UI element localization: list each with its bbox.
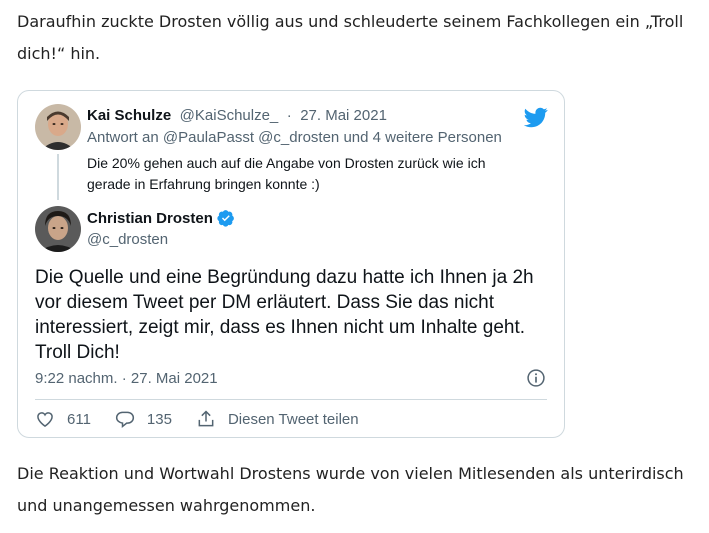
share-icon [198,410,214,427]
verified-badge-icon [217,210,234,227]
like-count: 611 [67,410,91,428]
reply-to-suffix[interactable]: und 4 weitere Personen [343,129,501,146]
tweet-divider [35,399,547,400]
reply-to-line: Antwort an @PaulaPasst @c_drosten und 4 … [87,129,502,146]
thread-connector-line [57,154,59,200]
tweet-timestamp[interactable]: 9:22 nachm. · 27. Mai 2021 [35,370,218,387]
article-paragraph-top: Daraufhin zuckte Drosten völlig aus und … [17,12,684,63]
article-paragraph-bottom: Die Reaktion und Wortwahl Drostens wurde… [17,464,684,515]
reply-to-prefix: Antwort an [87,129,159,146]
reply-count: 135 [146,410,172,428]
tweet-actions: 611 135 Diesen Tweet teilen [35,409,383,429]
like-button[interactable]: 611 [35,409,91,429]
speech-bubble-icon [115,411,135,429]
heart-icon [37,412,53,427]
main-author-name[interactable]: Christian Drosten [87,210,213,227]
main-author-handle[interactable]: @c_drosten [87,231,168,248]
parent-tweet-header: Kai Schulze @KaiSchulze_ · 27. Mai 2021 [87,107,387,125]
reply-to-mentions[interactable]: @PaulaPasst @c_drosten [163,129,339,146]
share-button[interactable]: Diesen Tweet teilen [196,409,359,429]
avatar-kai-schulze[interactable] [35,104,81,150]
reply-button[interactable]: 135 [115,409,172,429]
parent-author-name[interactable]: Kai Schulze [87,107,171,124]
twitter-bird-icon[interactable] [524,105,548,129]
parent-author-handle[interactable]: @KaiSchulze_ [180,107,279,124]
avatar-christian-drosten[interactable] [35,206,81,252]
share-label: Diesen Tweet teilen [227,410,359,428]
header-separator: · [286,107,292,124]
embedded-tweet[interactable]: Kai Schulze @KaiSchulze_ · 27. Mai 2021 … [17,90,565,438]
main-author-row: Christian Drosten [87,209,235,227]
main-tweet-text: Die Quelle und eine Begründung dazu hatt… [35,267,534,363]
parent-tweet-date[interactable]: 27. Mai 2021 [300,107,387,124]
parent-tweet-text: Die 20% gehen auch auf die Angabe von Dr… [87,155,486,192]
info-icon[interactable] [526,368,546,388]
